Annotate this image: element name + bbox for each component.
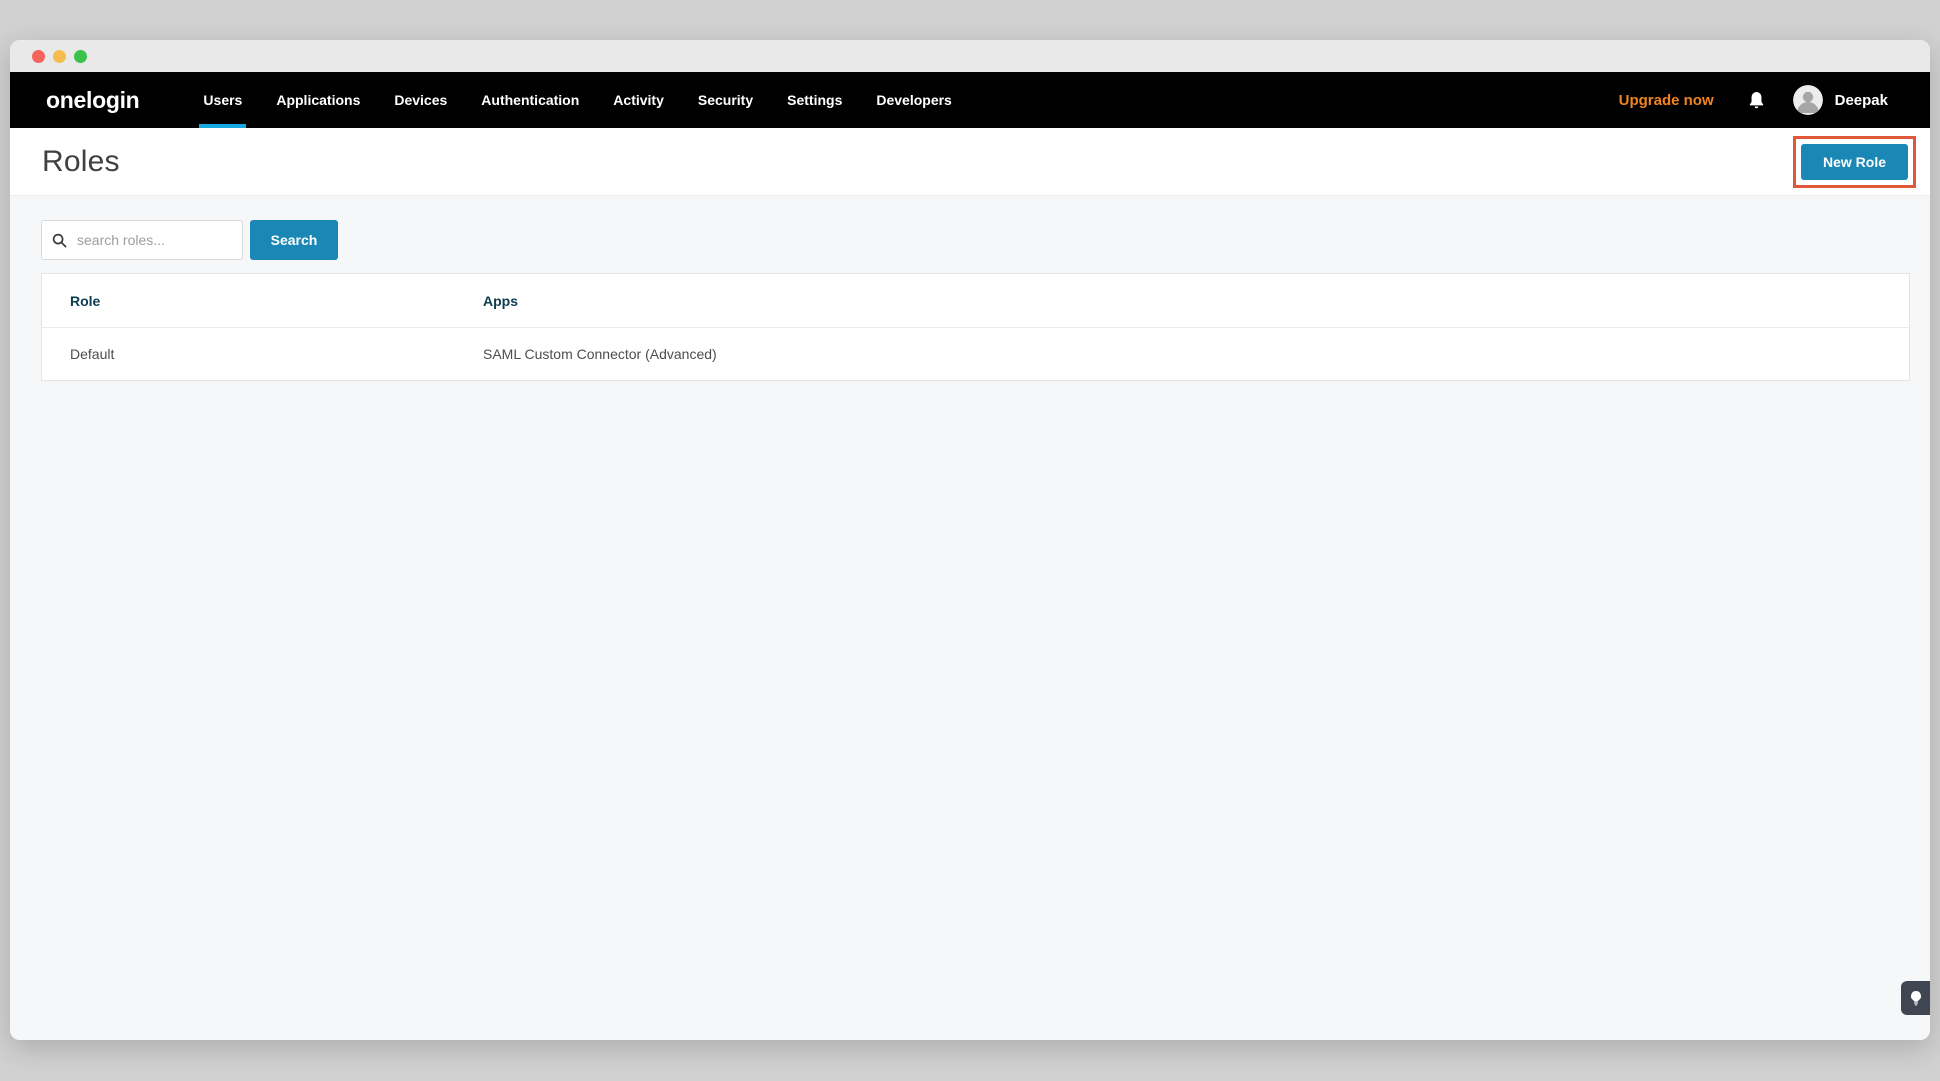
- new-role-button[interactable]: New Role: [1801, 144, 1908, 180]
- page-title: Roles: [42, 145, 120, 179]
- window-titlebar: [10, 40, 1930, 72]
- onelogin-logo[interactable]: onelogin: [46, 87, 139, 114]
- nav-item-security[interactable]: Security: [681, 72, 770, 128]
- nav-item-settings[interactable]: Settings: [770, 72, 859, 128]
- search-icon: [52, 233, 67, 248]
- window-minimize-button[interactable]: [53, 50, 66, 63]
- nav-item-devices[interactable]: Devices: [377, 72, 464, 128]
- column-header-role: Role: [42, 274, 455, 327]
- content-area: Search Role Apps Default SAML Custom Con…: [10, 196, 1930, 1040]
- apps-cell: SAML Custom Connector (Advanced): [455, 328, 1909, 380]
- browser-window: onelogin Users Applications Devices Auth…: [10, 40, 1930, 1040]
- role-cell: Default: [42, 328, 455, 380]
- nav-item-activity[interactable]: Activity: [596, 72, 681, 128]
- table-row[interactable]: Default SAML Custom Connector (Advanced): [42, 328, 1909, 380]
- roles-table: Role Apps Default SAML Custom Connector …: [41, 273, 1910, 381]
- nav-item-authentication[interactable]: Authentication: [464, 72, 596, 128]
- new-role-highlight-box: New Role: [1793, 136, 1916, 188]
- nav-item-users[interactable]: Users: [186, 72, 259, 128]
- nav-right-section: Upgrade now Deepak: [1619, 85, 1888, 115]
- search-button[interactable]: Search: [250, 220, 338, 260]
- search-input-wrapper: [41, 220, 243, 260]
- nav-item-applications[interactable]: Applications: [259, 72, 377, 128]
- desktop-background: onelogin Users Applications Devices Auth…: [0, 0, 1940, 1081]
- top-navigation: onelogin Users Applications Devices Auth…: [10, 72, 1930, 128]
- notifications-bell-icon[interactable]: [1748, 91, 1765, 110]
- lightbulb-icon: [1910, 991, 1922, 1006]
- upgrade-now-link[interactable]: Upgrade now: [1619, 92, 1714, 109]
- nav-menu: Users Applications Devices Authenticatio…: [186, 72, 968, 128]
- page-header: Roles New Role: [10, 128, 1930, 196]
- nav-item-developers[interactable]: Developers: [859, 72, 968, 128]
- user-name[interactable]: Deepak: [1835, 92, 1888, 109]
- window-close-button[interactable]: [32, 50, 45, 63]
- help-lightbulb-tab[interactable]: [1901, 981, 1930, 1015]
- window-maximize-button[interactable]: [74, 50, 87, 63]
- search-row: Search: [41, 220, 1910, 260]
- user-avatar[interactable]: [1793, 85, 1823, 115]
- table-header-row: Role Apps: [42, 274, 1909, 328]
- search-input[interactable]: [75, 231, 232, 249]
- column-header-apps: Apps: [455, 274, 1909, 327]
